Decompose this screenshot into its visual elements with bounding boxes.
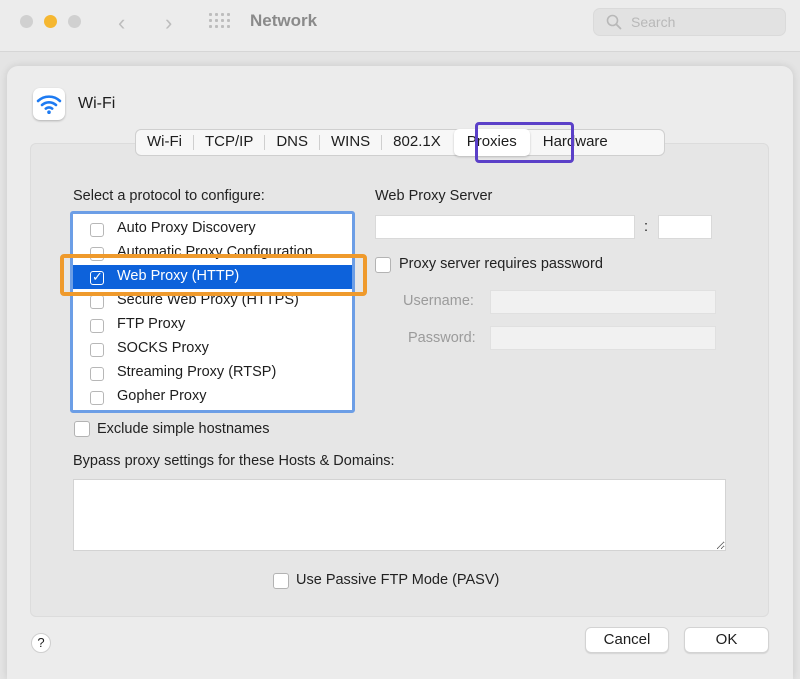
requires-password-checkbox[interactable]: [375, 257, 391, 273]
search-field[interactable]: Search: [593, 8, 786, 36]
passive-ftp-label: Use Passive FTP Mode (PASV): [296, 572, 500, 588]
protocol-label: FTP Proxy: [117, 316, 186, 332]
tab-bar: Wi-Fi TCP/IP DNS WINS 802.1X Proxies Har…: [135, 129, 665, 156]
protocol-checkbox[interactable]: [90, 319, 104, 333]
username-label: Username:: [403, 293, 474, 309]
proxy-server-heading: Web Proxy Server: [375, 188, 493, 204]
proxy-settings-sheet: Wi-Fi Wi-Fi TCP/IP DNS WINS 802.1X Proxi…: [7, 66, 793, 679]
proxy-port-input[interactable]: [658, 215, 712, 239]
wifi-badge: [33, 88, 65, 120]
tab-wins[interactable]: WINS: [320, 129, 381, 156]
bypass-label: Bypass proxy settings for these Hosts & …: [73, 453, 395, 469]
protocol-row[interactable]: Streaming Proxy (RTSP): [73, 361, 352, 385]
close-window-button[interactable]: [20, 15, 33, 28]
tab-8021x[interactable]: 802.1X: [382, 129, 452, 156]
wifi-icon: [36, 95, 62, 114]
host-port-separator: :: [644, 219, 649, 235]
protocol-checkbox[interactable]: [90, 367, 104, 381]
window-titlebar: ‹ › Network Search: [0, 0, 800, 52]
protocol-row[interactable]: FTP Proxy: [73, 313, 352, 337]
tab-dns[interactable]: DNS: [265, 129, 319, 156]
password-label: Password:: [408, 330, 476, 346]
protocol-label: SOCKS Proxy: [117, 340, 209, 356]
tab-tcpip[interactable]: TCP/IP: [194, 129, 264, 156]
search-placeholder: Search: [631, 14, 676, 30]
protocol-list[interactable]: Auto Proxy Discovery Automatic Proxy Con…: [70, 211, 355, 413]
protocol-row[interactable]: Gopher Proxy: [73, 385, 352, 409]
protocol-list-heading: Select a protocol to configure:: [73, 188, 265, 204]
protocol-label: Gopher Proxy: [117, 388, 207, 404]
interface-title: Wi-Fi: [78, 95, 116, 112]
protocol-checkbox[interactable]: [90, 343, 104, 357]
cancel-button[interactable]: Cancel: [585, 627, 669, 653]
show-all-grid-icon[interactable]: [209, 13, 231, 29]
exclude-simple-hostnames-checkbox[interactable]: [74, 421, 90, 437]
username-input[interactable]: [490, 290, 716, 314]
tab-wifi[interactable]: Wi-Fi: [136, 129, 193, 156]
protocol-row[interactable]: SOCKS Proxy: [73, 337, 352, 361]
ok-button[interactable]: OK: [684, 627, 769, 653]
proxy-host-input[interactable]: [375, 215, 635, 239]
protocol-checkbox[interactable]: [90, 223, 104, 237]
requires-password-label: Proxy server requires password: [399, 256, 603, 272]
bypass-hosts-textarea[interactable]: [73, 479, 726, 551]
selected-row-highlight-box: [60, 254, 367, 296]
passive-ftp-checkbox[interactable]: [273, 573, 289, 589]
minimize-window-button[interactable]: [44, 15, 57, 28]
forward-arrow-icon[interactable]: ›: [165, 10, 172, 36]
help-button[interactable]: ?: [31, 633, 51, 653]
window-title: Network: [250, 11, 318, 30]
password-input[interactable]: [490, 326, 716, 350]
back-arrow-icon[interactable]: ‹: [118, 10, 125, 36]
exclude-simple-hostnames-label: Exclude simple hostnames: [97, 421, 270, 437]
protocol-label: Streaming Proxy (RTSP): [117, 364, 277, 380]
zoom-window-button[interactable]: [68, 15, 81, 28]
protocol-checkbox[interactable]: [90, 391, 104, 405]
protocol-checkbox[interactable]: [90, 295, 104, 309]
tab-highlight-box: [475, 122, 574, 163]
protocol-label: Auto Proxy Discovery: [117, 220, 256, 236]
search-icon: [606, 14, 622, 30]
protocol-row[interactable]: Auto Proxy Discovery: [73, 217, 352, 241]
